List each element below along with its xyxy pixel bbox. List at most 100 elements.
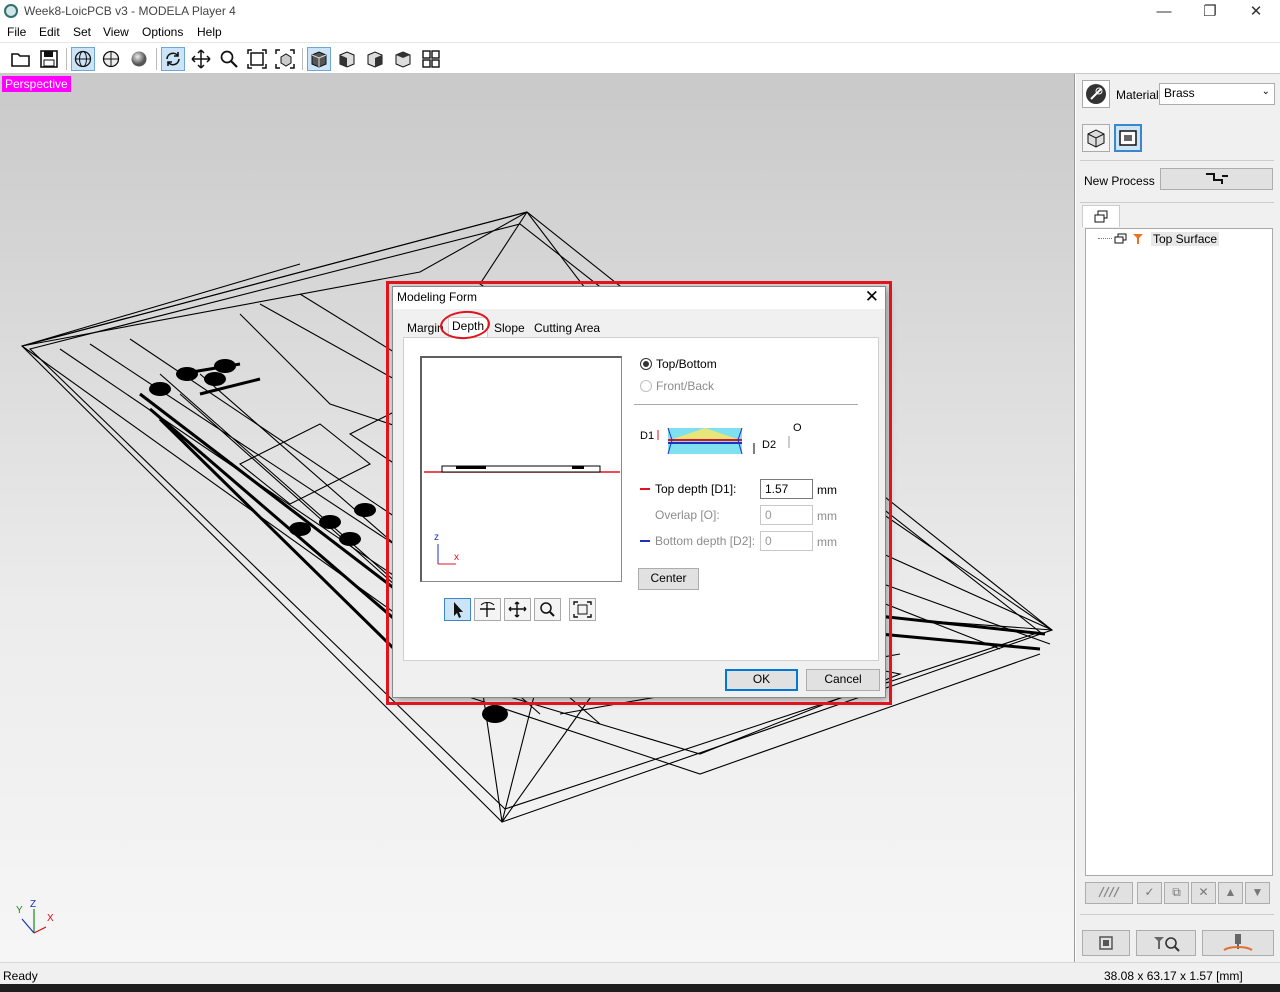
pan-tool-button[interactable] [504, 598, 531, 621]
perspective-label: Perspective [2, 76, 71, 92]
d1-label: D1 [640, 430, 655, 442]
shaded-sphere-icon[interactable] [127, 47, 151, 71]
center-button[interactable]: Center [638, 568, 699, 590]
delete-button[interactable]: ✕ [1191, 882, 1216, 904]
tree-connector [1098, 238, 1112, 239]
menu-edit[interactable]: Edit [39, 25, 60, 39]
material-value: Brass [1164, 86, 1195, 100]
overlap-value: 0 [765, 508, 772, 522]
rotate-tool-button[interactable] [474, 598, 501, 621]
top-depth-unit: mm [817, 483, 837, 497]
tab-margin[interactable]: Margin [404, 320, 447, 338]
zoom-tool-button[interactable] [534, 598, 561, 621]
arrow-down-icon: ▼ [1251, 885, 1264, 899]
top-bottom-label: Top/Bottom [656, 357, 717, 371]
material-label: Material [1116, 88, 1159, 102]
axis-y-label: Y [16, 905, 23, 916]
save-icon[interactable] [37, 47, 61, 71]
menu-file[interactable]: File [7, 25, 26, 39]
select-tool-button[interactable] [444, 598, 471, 621]
process-tab[interactable] [1082, 205, 1120, 227]
top-depth-legend [640, 488, 650, 490]
preview-z-label: z [434, 532, 439, 543]
preview-icon [1154, 937, 1180, 952]
view-grid-icon[interactable] [419, 47, 443, 71]
close-window-button[interactable]: ✕ [1233, 0, 1279, 23]
menu-set[interactable]: Set [73, 25, 91, 39]
top-depth-input[interactable]: 1.57 [760, 479, 813, 499]
view-iso-icon[interactable] [307, 47, 331, 71]
tool-check-icon: ✓ [1144, 885, 1155, 899]
preview-drawing [424, 465, 620, 565]
process-icon [1205, 173, 1228, 184]
front-back-radio[interactable] [640, 380, 652, 392]
layers-icon [1094, 210, 1108, 223]
cancel-button[interactable]: Cancel [806, 669, 880, 691]
bottom-depth-value: 0 [765, 534, 772, 548]
move-up-button[interactable]: ▲ [1218, 882, 1243, 904]
move-down-button[interactable]: ▼ [1245, 882, 1270, 904]
toolbar-separator [156, 48, 157, 70]
zoom-icon[interactable] [217, 47, 241, 71]
fit-icon[interactable] [245, 47, 269, 71]
view-front-icon[interactable] [335, 47, 359, 71]
material-button[interactable] [1082, 80, 1110, 108]
tab-depth[interactable]: Depth [448, 317, 489, 338]
top-bottom-radio[interactable] [640, 358, 652, 370]
dialog-title: Modeling Form [397, 290, 478, 304]
toolbar-separator [302, 48, 303, 70]
fit-selection-icon[interactable] [273, 47, 297, 71]
stop-button[interactable] [1082, 930, 1130, 956]
axis-x-label: X [47, 913, 54, 924]
toolpath-preview-button[interactable] [1085, 882, 1133, 904]
rotate-icon[interactable] [161, 47, 185, 71]
fit-tool-button[interactable] [569, 598, 596, 621]
tab-slope[interactable]: Slope [491, 320, 528, 338]
right-panel: Material Brass ⌄ New Process Top Surface… [1076, 74, 1280, 962]
view-right-icon[interactable] [363, 47, 387, 71]
taskbar [0, 984, 1280, 992]
overlap-input[interactable]: 0 [760, 505, 813, 525]
view-top-icon[interactable] [391, 47, 415, 71]
new-process-label: New Process [1084, 174, 1155, 188]
depth-diagram: D1 D2 O [634, 420, 804, 460]
arrow-up-icon: ▲ [1224, 885, 1237, 899]
bottom-depth-unit: mm [817, 535, 837, 549]
material-select[interactable]: Brass ⌄ [1159, 83, 1275, 105]
stop-icon [1099, 936, 1113, 950]
cut-button[interactable] [1202, 930, 1274, 956]
tool-edit-button[interactable]: ✓ [1137, 882, 1162, 904]
toolbar [0, 44, 1280, 74]
bottom-depth-input[interactable]: 0 [760, 531, 813, 551]
preview-cut-button[interactable] [1136, 930, 1196, 956]
delete-icon: ✕ [1198, 885, 1209, 899]
minimize-button[interactable]: — [1141, 0, 1187, 23]
pan-icon[interactable] [189, 47, 213, 71]
tree-item-top-surface[interactable]: Top Surface [1151, 232, 1220, 246]
toolbar-separator [66, 48, 67, 70]
copy-button[interactable]: ⧉ [1164, 882, 1189, 904]
depth-tab-page: z x Top/Bottom Front/Back D1 D2 O Top de… [403, 337, 879, 661]
ok-button[interactable]: OK [725, 669, 798, 691]
sphere-outline-icon[interactable] [99, 47, 123, 71]
surface-mode-icon[interactable] [1114, 124, 1142, 152]
restore-button[interactable]: ❐ [1187, 0, 1233, 23]
tab-cutting-area[interactable]: Cutting Area [531, 320, 603, 338]
dialog-title-bar: Modeling Form ✕ [393, 287, 885, 309]
axis-z-label: Z [30, 899, 37, 910]
menu-options[interactable]: Options [142, 25, 183, 39]
menu-help[interactable]: Help [197, 25, 222, 39]
overlap-unit: mm [817, 509, 837, 523]
dialog-close-button[interactable]: ✕ [865, 287, 879, 307]
new-process-button[interactable] [1160, 168, 1273, 190]
depth-preview[interactable]: z x [420, 356, 622, 582]
box-mode-icon[interactable] [1082, 124, 1110, 152]
divider [1080, 202, 1274, 203]
front-back-label: Front/Back [656, 379, 715, 393]
open-icon[interactable] [9, 47, 33, 71]
process-tree[interactable]: Top Surface [1085, 228, 1273, 876]
menu-view[interactable]: View [103, 25, 129, 39]
wireframe-icon[interactable] [71, 47, 95, 71]
axis-gizmo: Y Z X [10, 899, 60, 939]
layers-icon [1114, 233, 1127, 244]
